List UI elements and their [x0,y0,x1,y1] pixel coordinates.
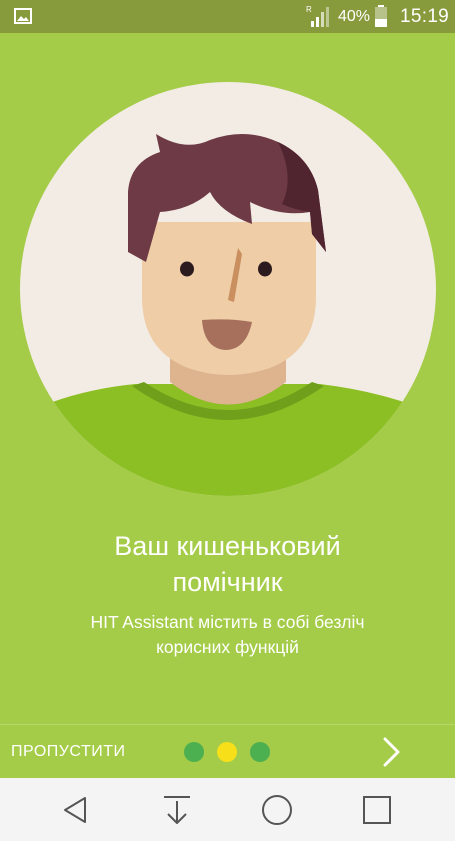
status-clock: 15:19 [400,6,450,27]
status-bar: R 40% 15:19 [0,0,455,33]
system-nav-bar [0,778,455,841]
assistant-avatar-illustration [20,82,436,496]
onboarding-footer-divider [0,724,455,725]
battery-icon [375,5,387,27]
chevron-right-icon[interactable] [376,736,406,768]
home-icon[interactable] [261,794,293,826]
page-dot-3[interactable] [250,742,270,762]
onboarding-subtitle-line: корисних функцій [156,637,299,657]
page-dot-1[interactable] [184,742,204,762]
onboarding-title-line: Ваш кишеньковий [114,531,341,561]
avatar-left-eye [180,261,194,277]
roaming-indicator: R [306,5,312,14]
skip-button[interactable]: ПРОПУСТИТИ [11,741,126,763]
recents-icon[interactable] [361,794,393,826]
page-indicator [184,741,274,763]
avatar-right-eye [258,261,272,277]
back-icon[interactable] [60,794,92,826]
onboarding-title: Ваш кишеньковий помічник [0,528,455,600]
gallery-icon [14,8,32,24]
battery-percentage: 40% [338,8,371,25]
cell-signal-icon: R [306,5,329,27]
onboarding-subtitle-line: HIT Assistant містить в собі безліч [90,612,365,632]
notifications-pull-icon[interactable] [161,794,193,826]
onboarding-title-line: помічник [172,567,283,597]
page-dot-2[interactable] [217,742,237,762]
onboarding-subtitle: HIT Assistant містить в собі безліч кори… [0,610,455,660]
